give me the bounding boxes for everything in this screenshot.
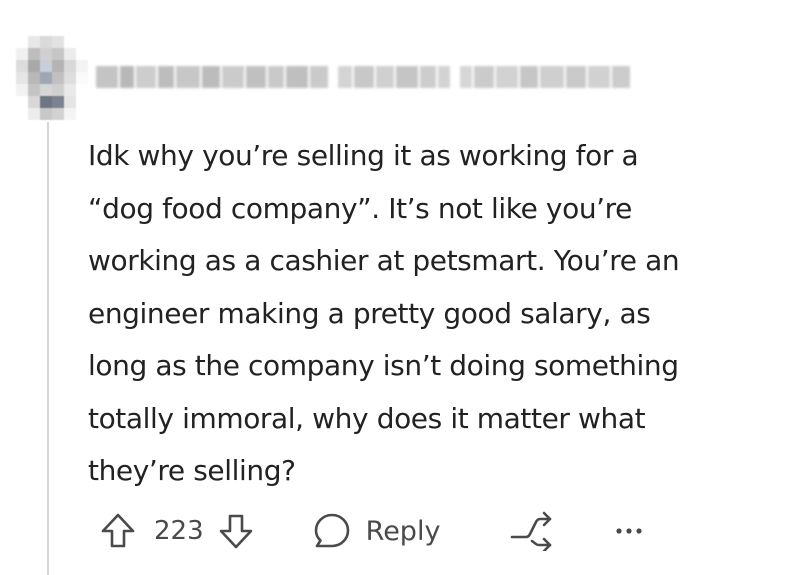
comment-actions: 223 Reply	[100, 505, 644, 557]
username-redacted[interactable]	[96, 66, 328, 88]
avatar[interactable]	[16, 36, 88, 122]
more-horizontal-icon[interactable]	[614, 525, 644, 537]
reply-button[interactable]: Reply	[312, 511, 441, 551]
share-icon[interactable]	[510, 511, 554, 551]
flair-redacted	[460, 66, 630, 88]
vote-count: 223	[154, 516, 204, 546]
downvote-icon[interactable]	[218, 511, 254, 551]
reply-label: Reply	[365, 515, 441, 547]
upvote-icon[interactable]	[100, 511, 136, 551]
thread-line[interactable]	[47, 122, 49, 575]
timestamp-redacted	[338, 66, 450, 88]
comment-body: Idk why you’re selling it as working for…	[88, 139, 680, 487]
comment-header-redacted	[96, 58, 630, 96]
speech-bubble-icon	[314, 513, 349, 548]
